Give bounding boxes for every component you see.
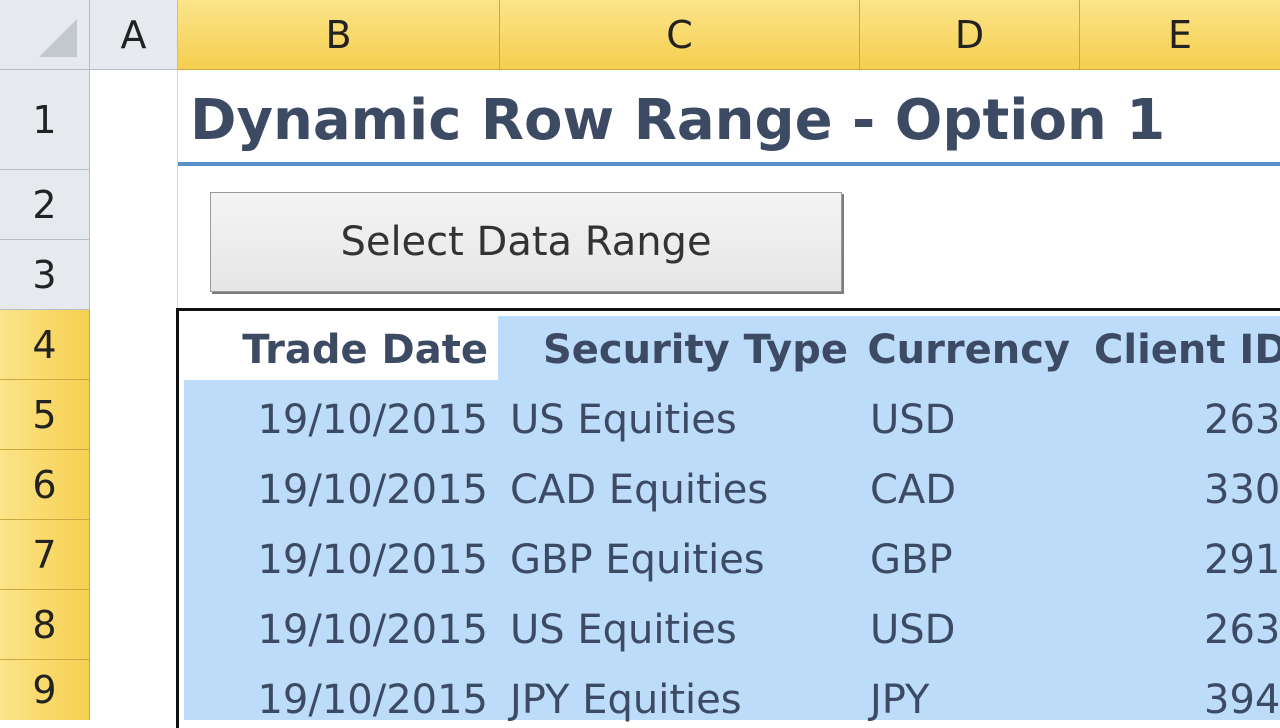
cell-trade-date[interactable]: 19/10/2015 (257, 470, 488, 510)
header-security-type[interactable]: Security Type (543, 330, 848, 370)
row-header-6[interactable]: 6 (0, 450, 90, 520)
cell-trade-date[interactable]: 19/10/2015 (257, 540, 488, 580)
row-header-8[interactable]: 8 (0, 590, 90, 660)
header-trade-date[interactable]: Trade Date (242, 330, 488, 370)
row-header-9[interactable]: 9 (0, 660, 90, 720)
cell-currency[interactable]: USD (870, 400, 955, 440)
select-all-triangle-icon (39, 19, 77, 57)
cell-trade-date[interactable]: 19/10/2015 (257, 610, 488, 650)
header-client-id[interactable]: Client ID (1094, 330, 1280, 370)
column-header-c[interactable]: C (500, 0, 860, 70)
cell-currency[interactable]: JPY (870, 680, 929, 720)
column-a-border (177, 70, 178, 310)
row-header-4[interactable]: 4 (0, 310, 90, 380)
cell-trade-date[interactable]: 19/10/2015 (257, 680, 488, 720)
column-header-e[interactable]: E (1080, 0, 1280, 70)
cell-security-type[interactable]: CAD Equities (510, 470, 768, 510)
select-all-corner[interactable] (0, 0, 90, 70)
column-header-b[interactable]: B (178, 0, 500, 70)
cell-client-id[interactable]: 263 (1204, 610, 1280, 650)
header-currency[interactable]: Currency (867, 330, 1070, 370)
cell-trade-date[interactable]: 19/10/2015 (257, 400, 488, 440)
cell-security-type[interactable]: US Equities (510, 400, 737, 440)
cell-client-id[interactable]: 291 (1204, 540, 1280, 580)
cell-client-id[interactable]: 394 (1204, 680, 1280, 720)
title-underline (178, 162, 1280, 166)
row-header-7[interactable]: 7 (0, 520, 90, 590)
column-header-a[interactable]: A (90, 0, 178, 70)
select-data-range-button[interactable]: Select Data Range (210, 192, 842, 292)
sheet-title: Dynamic Row Range - Option 1 (190, 88, 1166, 153)
column-header-d[interactable]: D (860, 0, 1080, 70)
cell-security-type[interactable]: GBP Equities (510, 540, 765, 580)
cell-client-id[interactable]: 330 (1204, 470, 1280, 510)
row-header-5[interactable]: 5 (0, 380, 90, 450)
row-header-2[interactable]: 2 (0, 170, 90, 240)
row-header-3[interactable]: 3 (0, 240, 90, 310)
row-header-1[interactable]: 1 (0, 70, 90, 170)
cell-currency[interactable]: GBP (870, 540, 953, 580)
cell-security-type[interactable]: US Equities (510, 610, 737, 650)
cell-currency[interactable]: CAD (870, 470, 956, 510)
cell-client-id[interactable]: 263 (1204, 400, 1280, 440)
cell-currency[interactable]: USD (870, 610, 955, 650)
cell-security-type[interactable]: JPY Equities (510, 680, 742, 720)
